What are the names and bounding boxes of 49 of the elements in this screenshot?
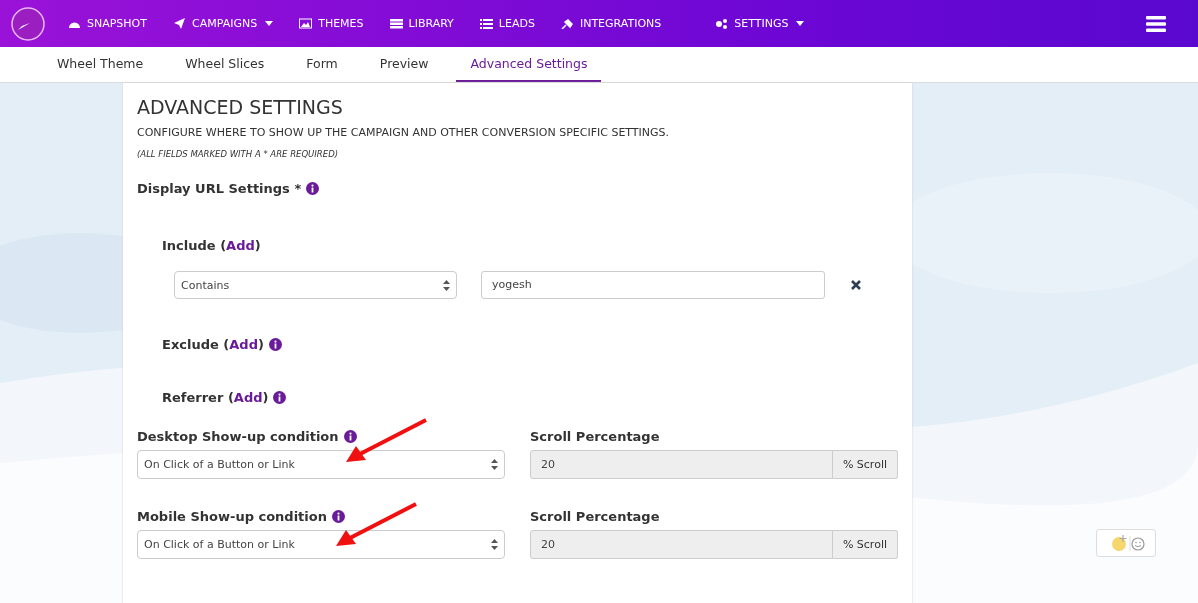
tab[interactable]: Form [292, 47, 352, 82]
field-label: Scroll Percentage [530, 429, 660, 444]
info-icon[interactable] [343, 430, 357, 443]
nav-icon [715, 18, 729, 29]
menu-icon[interactable] [1146, 15, 1166, 32]
nav-link[interactable]: SETTINGS [715, 17, 805, 30]
tab[interactable]: Preview [365, 47, 443, 82]
nav-link[interactable]: THEMES [299, 17, 364, 30]
field-label: Referrer ( [162, 390, 234, 405]
updown-arrow-icon [491, 539, 498, 550]
nav-icon [173, 18, 186, 29]
updown-arrow-icon [491, 459, 498, 470]
add-link[interactable]: Add [226, 238, 255, 253]
updown-arrow-icon [443, 279, 450, 291]
nav-link[interactable]: LIBRARY [389, 17, 454, 30]
field-label: Include ( [162, 238, 227, 253]
info-icon[interactable] [306, 182, 320, 195]
paren-text: ) [262, 390, 269, 405]
page-heading: ADVANCED SETTINGS [137, 96, 344, 118]
nav-link[interactable]: SNAPSHOT [68, 17, 147, 30]
field-label: Mobile Show-up condition [137, 509, 327, 524]
nav-link[interactable]: LEADS [479, 17, 535, 30]
nav-icon [560, 18, 574, 29]
paren-text: ) [254, 238, 261, 253]
nav-icon [299, 18, 313, 29]
tab[interactable]: Wheel Slices [171, 47, 279, 82]
info-icon[interactable] [273, 391, 287, 404]
input-addon: % Scroll [832, 450, 898, 479]
field-label: Scroll Percentage [530, 509, 660, 524]
match-select[interactable]: Contains [174, 271, 457, 299]
paren-text: ) [257, 337, 264, 352]
nav-link[interactable]: INTEGRATIONS [560, 17, 662, 30]
required-note: (ALL FIELDS MARKED WITH A * ARE REQUIRED) [137, 149, 339, 159]
add-link[interactable]: Add [233, 390, 263, 405]
remove-icon[interactable] [851, 280, 861, 290]
logo-icon[interactable] [10, 5, 46, 42]
field-label: Desktop Show-up condition [137, 429, 339, 444]
field-label: Exclude ( [162, 337, 230, 352]
tab[interactable]: Wheel Theme [43, 47, 158, 82]
url-input[interactable]: yogesh [481, 271, 825, 299]
nav-icon [389, 18, 403, 29]
add-link[interactable]: Add [229, 337, 258, 352]
nav-link[interactable]: CAMPAIGNS [173, 17, 274, 30]
nav-icon [479, 18, 493, 29]
section-label: Display URL Settings * [137, 181, 302, 196]
input-addon: % Scroll [832, 530, 898, 559]
info-icon[interactable] [268, 338, 282, 351]
info-icon[interactable] [332, 510, 345, 523]
description-text: CONFIGURE WHERE TO SHOW UP THE CAMPAIGN AND OTHER CONVERSION SPECIFIC SETTINGS. [137, 126, 671, 139]
